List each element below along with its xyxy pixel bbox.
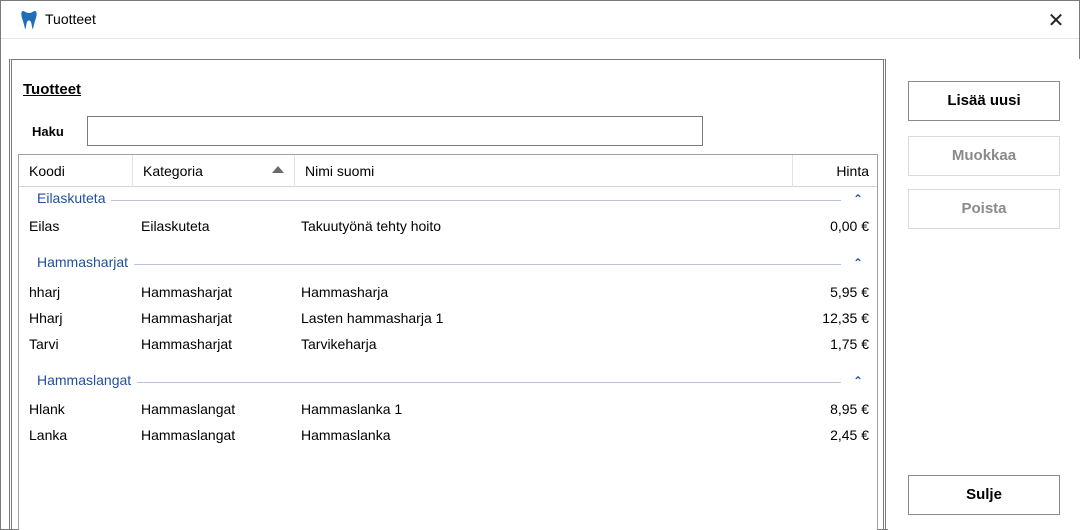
cell-category: Hammasharjat (141, 310, 233, 326)
cell-name: Hammasharja (301, 284, 389, 300)
cell-price: 0,00 € (830, 218, 869, 234)
cell-name: Hammaslanka 1 (301, 401, 403, 417)
group-divider (37, 200, 841, 201)
group-divider (37, 382, 841, 383)
delete-button[interactable]: Poista (908, 189, 1060, 229)
column-header-category[interactable]: Kategoria (133, 155, 295, 187)
cell-price: 1,75 € (830, 336, 869, 352)
group-label: Hammasharjat (37, 254, 135, 270)
column-header-name[interactable]: Nimi suomi (295, 155, 793, 187)
grid-header: Koodi Kategoria Nimi suomi Hinta (19, 155, 877, 187)
cell-category: Hammasharjat (141, 284, 233, 300)
cell-code: Lanka (29, 427, 68, 443)
tooth-icon (21, 11, 37, 29)
group-label: Hammaslangat (37, 372, 138, 388)
group-header[interactable]: Hammasharjat ⌃ (19, 252, 877, 276)
table-row[interactable]: hharj Hammasharjat Hammasharja 5,95 € (19, 281, 877, 305)
search-input[interactable] (87, 116, 703, 146)
title-bar: Tuotteet ✕ (1, 1, 1079, 39)
group-divider (37, 264, 841, 265)
cell-name: Hammaslanka (301, 427, 391, 443)
group-header[interactable]: Eilaskuteta ⌃ (19, 188, 877, 212)
cell-code: hharj (29, 284, 61, 300)
actions-panel: Lisää uusi Muokkaa Poista Sulje (888, 59, 1080, 530)
products-grid: Koodi Kategoria Nimi suomi Hinta Eilasku… (18, 154, 878, 530)
cell-category: Hammaslangat (141, 427, 236, 443)
cell-code: Tarvi (29, 336, 59, 352)
page-title: Tuotteet (23, 81, 82, 98)
chevron-up-icon[interactable]: ⌃ (853, 192, 863, 206)
products-window: Tuotteet ✕ Tuotteet Haku Koodi Kategoria… (0, 0, 1080, 530)
search-label: Haku (32, 124, 64, 139)
column-header-price[interactable]: Hinta (793, 155, 877, 187)
cell-name: Tarvikeharja (301, 336, 377, 352)
sort-ascending-icon (272, 166, 284, 173)
table-row[interactable]: Hlank Hammaslangat Hammaslanka 1 8,95 € (19, 398, 877, 422)
close-button[interactable]: Sulje (908, 475, 1060, 515)
table-row[interactable]: Hharj Hammasharjat Lasten hammasharja 1 … (19, 307, 877, 331)
cell-price: 8,95 € (830, 401, 869, 417)
cell-code: Hharj (29, 310, 63, 326)
add-new-button[interactable]: Lisää uusi (908, 81, 1060, 121)
cell-name: Lasten hammasharja 1 (301, 310, 444, 326)
column-header-category-label: Kategoria (143, 163, 203, 179)
table-row[interactable]: Lanka Hammaslangat Hammaslanka 2,45 € (19, 424, 877, 448)
cell-category: Eilaskuteta (141, 218, 210, 234)
cell-name: Takuutyönä tehty hoito (301, 218, 442, 234)
table-row[interactable]: Eilas Eilaskuteta Takuutyönä tehty hoito… (19, 215, 877, 239)
cell-category: Hammaslangat (141, 401, 236, 417)
table-row[interactable]: Tarvi Hammasharjat Tarvikeharja 1,75 € (19, 333, 877, 357)
cell-price: 12,35 € (822, 310, 869, 326)
edit-button[interactable]: Muokkaa (908, 136, 1060, 176)
cell-category: Hammasharjat (141, 336, 233, 352)
chevron-up-icon[interactable]: ⌃ (853, 374, 863, 388)
group-label: Eilaskuteta (37, 190, 112, 206)
cell-price: 2,45 € (830, 427, 869, 443)
cell-code: Hlank (29, 401, 65, 417)
group-header[interactable]: Hammaslangat ⌃ (19, 370, 877, 394)
close-icon[interactable]: ✕ (1033, 1, 1079, 39)
chevron-up-icon[interactable]: ⌃ (853, 256, 863, 270)
column-header-code[interactable]: Koodi (19, 155, 133, 187)
cell-code: Eilas (29, 218, 60, 234)
window-title: Tuotteet (45, 11, 96, 27)
cell-price: 5,95 € (830, 284, 869, 300)
